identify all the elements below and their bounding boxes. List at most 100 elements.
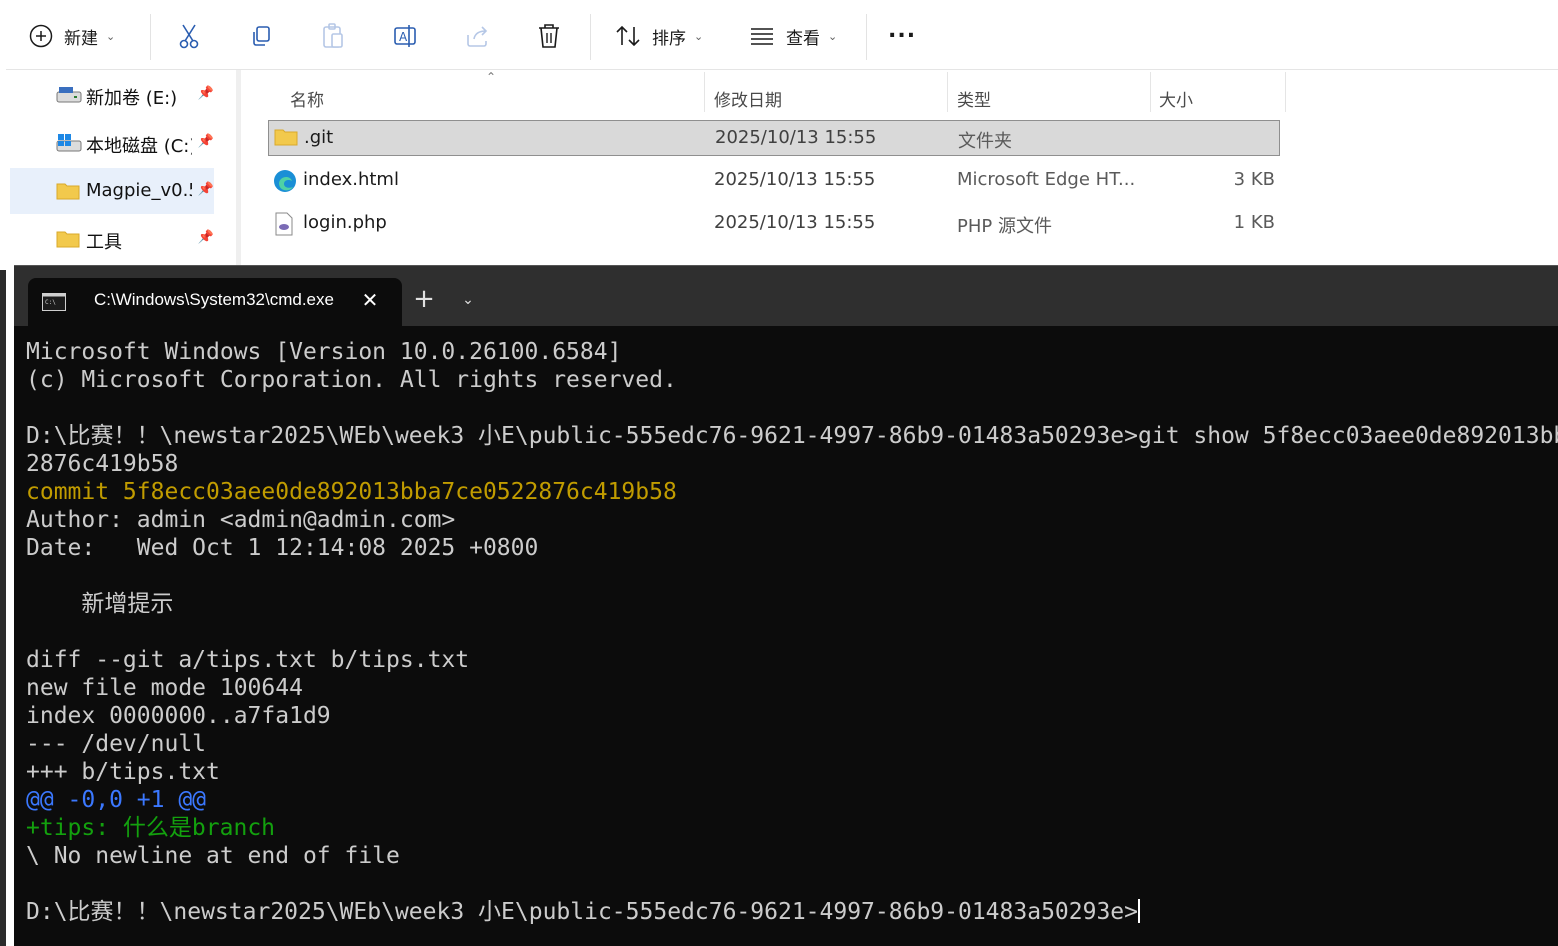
sort-ascending-icon: ⌃ — [486, 70, 497, 84]
folder-icon — [56, 183, 80, 200]
file-size: 3 KB — [1233, 169, 1275, 190]
close-icon[interactable]: ✕ — [358, 288, 382, 312]
nav-item-tools[interactable]: 工具 📌 — [10, 216, 214, 262]
column-header-type[interactable]: 类型 — [957, 80, 991, 116]
chevron-down-icon[interactable]: ⌄ — [454, 286, 482, 314]
console-line: index 0000000..a7fa1d9 — [26, 703, 331, 729]
toolbar-divider — [590, 14, 591, 60]
console-output[interactable]: Microsoft Windows [Version 10.0.26100.65… — [26, 338, 1558, 938]
console-line: Author: admin <admin@admin.com> — [26, 507, 456, 533]
tab-strip: C:\ C:\Windows\System32\cmd.exe ✕ + ⌄ — [14, 266, 1558, 326]
toolbar-divider — [150, 14, 151, 60]
console-line: +++ b/tips.txt — [26, 759, 220, 785]
console-line: \ No newline at end of file — [26, 843, 400, 869]
more-options-button[interactable]: ... — [888, 14, 916, 58]
sort-button[interactable]: 排序 ⌄ — [614, 14, 703, 58]
chevron-down-icon: ⌄ — [106, 29, 116, 43]
chevron-down-icon: ⌄ — [828, 29, 838, 43]
nav-item-magpie[interactable]: Magpie_v0.5 📌 — [10, 168, 214, 214]
file-date: 2025/10/13 15:55 — [714, 169, 876, 190]
cut-button[interactable] — [176, 14, 202, 58]
edge-icon — [274, 170, 296, 192]
column-divider[interactable] — [704, 72, 705, 112]
file-row-git[interactable]: .git 2025/10/13 15:55 文件夹 — [268, 120, 1280, 156]
nav-item-label: Magpie_v0.5 — [86, 180, 192, 201]
prompt-text: D:\比赛！！\newstar2025\WEb\week3 小E\public-… — [26, 899, 1138, 925]
new-button[interactable]: 新建 ⌄ — [28, 14, 115, 58]
nav-item-label: 工具 — [86, 232, 122, 253]
sort-icon — [616, 25, 640, 47]
console-line: (c) Microsoft Corporation. All rights re… — [26, 367, 677, 393]
plus-circle-icon — [29, 24, 53, 48]
console-line: --- /dev/null — [26, 731, 207, 757]
svg-text:C:\: C:\ — [45, 299, 56, 306]
column-divider[interactable] — [947, 72, 948, 112]
svg-text:A: A — [399, 30, 408, 44]
command-bar: 新建 ⌄ A 排序 ⌄ 查看 ⌄ ... — [6, 0, 1558, 70]
view-button[interactable]: 查看 ⌄ — [748, 14, 837, 58]
text-cursor — [1138, 899, 1140, 923]
folder-icon — [56, 231, 80, 248]
file-date: 2025/10/13 15:55 — [714, 212, 876, 233]
clipboard-icon — [323, 23, 343, 48]
rename-icon: A — [394, 25, 416, 47]
console-line: new file mode 100644 — [26, 675, 303, 701]
cmd-icon: C:\ — [42, 293, 66, 311]
drive-icon — [56, 87, 82, 103]
new-tab-button[interactable]: + — [410, 286, 438, 314]
file-explorer-window: 新建 ⌄ A 排序 ⌄ 查看 ⌄ ... 新加卷 (E:) 📌 本地磁盘 (C:… — [0, 0, 1558, 270]
delete-button[interactable] — [536, 14, 562, 58]
share-button[interactable] — [464, 14, 492, 58]
diff-hunk-line: @@ -0,0 +1 @@ — [26, 787, 207, 813]
column-header-name[interactable]: 名称 — [290, 80, 324, 116]
terminal-window: C:\ C:\Windows\System32\cmd.exe ✕ + ⌄ Mi… — [14, 265, 1558, 946]
nav-item-label: 本地磁盘 (C:) — [86, 136, 192, 157]
paste-button[interactable] — [320, 14, 346, 58]
file-type: PHP 源文件 — [957, 216, 1052, 237]
commit-message-line: 新增提示 — [26, 591, 174, 617]
new-label: 新建 — [64, 28, 98, 49]
pin-icon: 📌 — [197, 182, 214, 197]
pin-icon: 📌 — [197, 230, 214, 245]
toolbar-divider — [866, 14, 867, 60]
file-name: login.php — [303, 212, 387, 233]
folder-icon — [274, 129, 298, 146]
scissors-icon — [179, 24, 199, 49]
more-label: ... — [888, 17, 917, 43]
trash-icon — [539, 24, 559, 48]
diff-added-line: +tips: 什么是branch — [26, 815, 276, 841]
copy-button[interactable] — [248, 14, 274, 58]
column-divider[interactable] — [1150, 72, 1151, 112]
column-header-size[interactable]: 大小 — [1159, 80, 1193, 116]
navigation-scrollbar[interactable] — [236, 70, 241, 270]
chevron-down-icon: ⌄ — [694, 29, 704, 43]
file-type: 文件夹 — [958, 131, 1012, 152]
console-line: 2876c419b58 — [26, 451, 179, 477]
file-list: ⌃ 名称 修改日期 类型 大小 .git 2025/10/13 15:55 文件… — [242, 70, 1558, 270]
copy-icon — [253, 26, 270, 46]
file-row-login[interactable]: login.php 2025/10/13 15:55 PHP 源文件 1 KB — [268, 206, 1280, 242]
file-row-index[interactable]: index.html 2025/10/13 15:55 Microsoft Ed… — [268, 163, 1280, 199]
windows-drive-icon — [56, 134, 82, 152]
rename-button[interactable]: A — [392, 14, 420, 58]
file-name: .git — [304, 127, 334, 148]
nav-item-drive-c[interactable]: 本地磁盘 (C:) 📌 — [10, 120, 214, 166]
share-icon — [467, 26, 488, 47]
prompt-line[interactable]: D:\比赛！！\newstar2025\WEb\week3 小E\public-… — [26, 898, 1558, 926]
tab-cmd[interactable]: C:\ C:\Windows\System32\cmd.exe ✕ — [28, 278, 402, 326]
view-list-icon — [751, 28, 773, 45]
file-size: 1 KB — [1233, 212, 1275, 233]
column-divider[interactable] — [1285, 72, 1286, 112]
pin-icon: 📌 — [197, 134, 214, 149]
navigation-pane: 新加卷 (E:) 📌 本地磁盘 (C:) 📌 Magpie_v0.5 📌 工具 … — [6, 70, 242, 270]
column-header-date[interactable]: 修改日期 — [714, 80, 782, 116]
console-line: diff --git a/tips.txt b/tips.txt — [26, 647, 470, 673]
console-line: Microsoft Windows [Version 10.0.26100.65… — [26, 339, 622, 365]
php-file-icon — [275, 212, 293, 236]
nav-item-label: 新加卷 (E:) — [86, 88, 178, 109]
nav-item-drive-e[interactable]: 新加卷 (E:) 📌 — [10, 72, 214, 118]
